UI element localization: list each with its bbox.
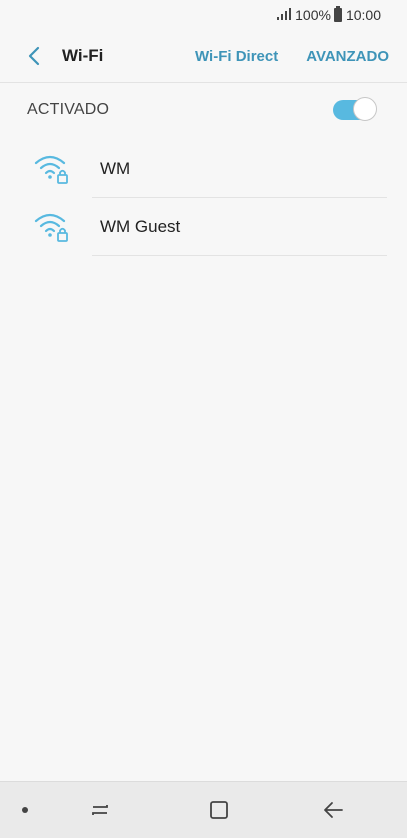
wifi-toggle-row[interactable]: ACTIVADO: [0, 84, 407, 136]
row-divider: [92, 255, 387, 256]
signal-icon: [277, 7, 292, 23]
header-divider: [0, 82, 407, 83]
network-name: WM: [100, 159, 131, 178]
wifi-switch[interactable]: [333, 97, 377, 123]
network-list: WM WM Guest: [0, 140, 407, 256]
chevron-left-icon: [28, 46, 40, 66]
toggle-label: ACTIVADO: [27, 101, 110, 118]
clock: 10:00: [345, 7, 381, 23]
network-item[interactable]: WM: [0, 140, 407, 198]
recents-button[interactable]: [78, 788, 122, 832]
navigation-bar: [0, 781, 407, 838]
back-button[interactable]: [14, 36, 54, 76]
battery-icon: [333, 6, 342, 22]
dot-indicator[interactable]: [22, 807, 28, 813]
network-name: WM Guest: [100, 217, 181, 236]
switch-knob: [353, 97, 377, 121]
wifi-lock-icon: [34, 213, 68, 242]
recents-icon: [92, 805, 108, 815]
advanced-button[interactable]: AVANZADO: [306, 48, 389, 65]
wifi-direct-button[interactable]: Wi-Fi Direct: [195, 48, 278, 65]
battery-percent: 100%: [295, 7, 331, 23]
back-nav-button[interactable]: [311, 788, 355, 832]
arrow-left-icon: [324, 802, 343, 818]
page-title: Wi-Fi: [62, 46, 104, 65]
wifi-lock-icon: [34, 155, 68, 184]
home-button[interactable]: [197, 788, 241, 832]
app-header: Wi-Fi Wi-Fi Direct AVANZADO: [0, 30, 407, 82]
home-icon: [210, 801, 228, 819]
status-bar: 100% 10:00: [0, 0, 407, 30]
network-item[interactable]: WM Guest: [0, 198, 407, 256]
